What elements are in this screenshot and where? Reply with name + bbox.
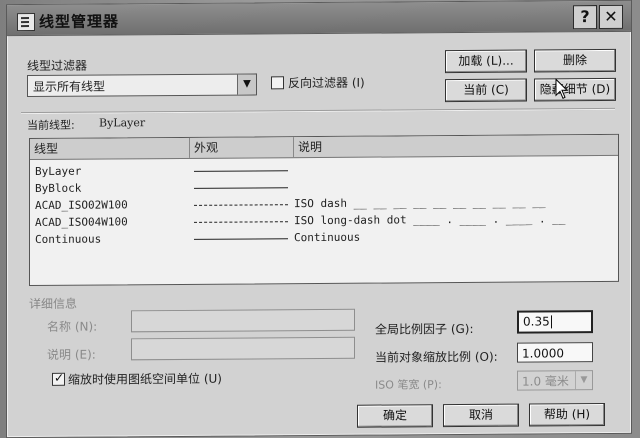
linetype-name: ByLayer — [35, 164, 82, 178]
column-appearance[interactable]: 外观 — [190, 137, 294, 158]
linetype-appearance — [194, 170, 288, 172]
linetype-description: Continuous — [294, 230, 361, 245]
global-scale-input[interactable]: 0.35 — [517, 310, 593, 334]
linetype-description: ISO long-dash dot ____ . ____ . ____ . _… — [294, 212, 566, 228]
column-description[interactable]: 说明 — [294, 135, 618, 157]
name-label: 名称 (N): — [47, 319, 98, 334]
title-bar[interactable]: 线型管理器 ? ✕ — [7, 0, 631, 37]
linetype-manager-icon — [17, 12, 35, 32]
cancel-button[interactable]: 取消 — [443, 403, 519, 428]
help-button[interactable]: 帮助 (H) — [529, 403, 605, 427]
table-header: 线型 外观 说明 — [30, 134, 618, 161]
chevron-down-icon[interactable]: ▼ — [237, 74, 256, 95]
iso-pen-width-label: ISO 笔宽 (P): — [375, 378, 442, 392]
load-button[interactable]: 加载 (L)... — [445, 49, 527, 74]
linetype-filter-select[interactable]: 显示所有线型 ▼ — [27, 73, 257, 98]
checkmark-icon: ✓ — [54, 370, 65, 385]
invert-filter-label: 反向过滤器 (I) — [288, 75, 365, 91]
name-field — [131, 308, 355, 333]
linetype-appearance — [194, 238, 288, 240]
object-scale-input[interactable]: 1.0000 — [517, 342, 593, 363]
linetype-name: Continuous — [35, 232, 102, 246]
text-caret — [550, 315, 552, 329]
chevron-down-icon: ▼ — [575, 371, 592, 390]
delete-button[interactable]: 删除 — [534, 48, 616, 73]
table-row[interactable]: Continuous Continuous — [30, 228, 618, 249]
current-button[interactable]: 当前 (C) — [445, 78, 527, 103]
current-linetype-label: 当前线型: — [27, 118, 75, 133]
global-scale-label: 全局比例因子 (G): — [375, 321, 474, 337]
details-section-label: 详细信息 — [29, 296, 78, 312]
hide-details-button[interactable]: 隐藏细节 (D) — [534, 77, 616, 102]
linetype-appearance — [194, 187, 288, 189]
paper-space-units-checkbox[interactable]: ✓ — [52, 370, 65, 386]
filter-label: 线型过滤器 — [27, 58, 88, 74]
linetype-name: ByBlock — [35, 181, 82, 195]
current-linetype-value: ByLayer — [99, 116, 146, 130]
close-icon[interactable]: ✕ — [599, 4, 623, 30]
linetype-description: ISO dash __ __ __ __ __ __ __ __ __ __ — [294, 195, 546, 211]
invert-filter-checkbox[interactable] — [271, 76, 284, 90]
paper-space-units-label: 缩放时使用图纸空间单位 (U) — [68, 371, 222, 387]
window-title: 线型管理器 — [39, 12, 120, 31]
filter-selected-value: 显示所有线型 — [33, 79, 106, 94]
global-scale-value: 0.35 — [523, 314, 550, 329]
divider — [21, 107, 615, 115]
ok-button[interactable]: 确定 — [357, 404, 433, 428]
linetype-name: ACAD_ISO04W100 — [35, 215, 128, 229]
object-scale-label: 当前对象缩放比例 (O): — [375, 349, 498, 365]
description-field — [131, 336, 355, 361]
help-icon[interactable]: ? — [573, 5, 597, 30]
iso-pen-width-value: 1.0 毫米 — [522, 374, 569, 389]
description-label: 说明 (E): — [47, 347, 96, 362]
linetype-name: ACAD_ISO02W100 — [35, 198, 128, 212]
linetype-appearance — [194, 221, 288, 223]
linetype-table[interactable]: 线型 外观 说明 ByLayer ByBlock ACAD_ISO02W100 … — [29, 133, 619, 287]
iso-pen-width-select: 1.0 毫米 ▼ — [517, 370, 593, 391]
linetype-appearance — [194, 204, 288, 206]
column-linetype[interactable]: 线型 — [30, 137, 190, 160]
linetype-manager-dialog: 线型管理器 ? ✕ 线型过滤器 显示所有线型 ▼ 反向过滤器 (I) 加载 (L… — [6, 0, 632, 438]
mouse-cursor-icon — [555, 78, 569, 99]
